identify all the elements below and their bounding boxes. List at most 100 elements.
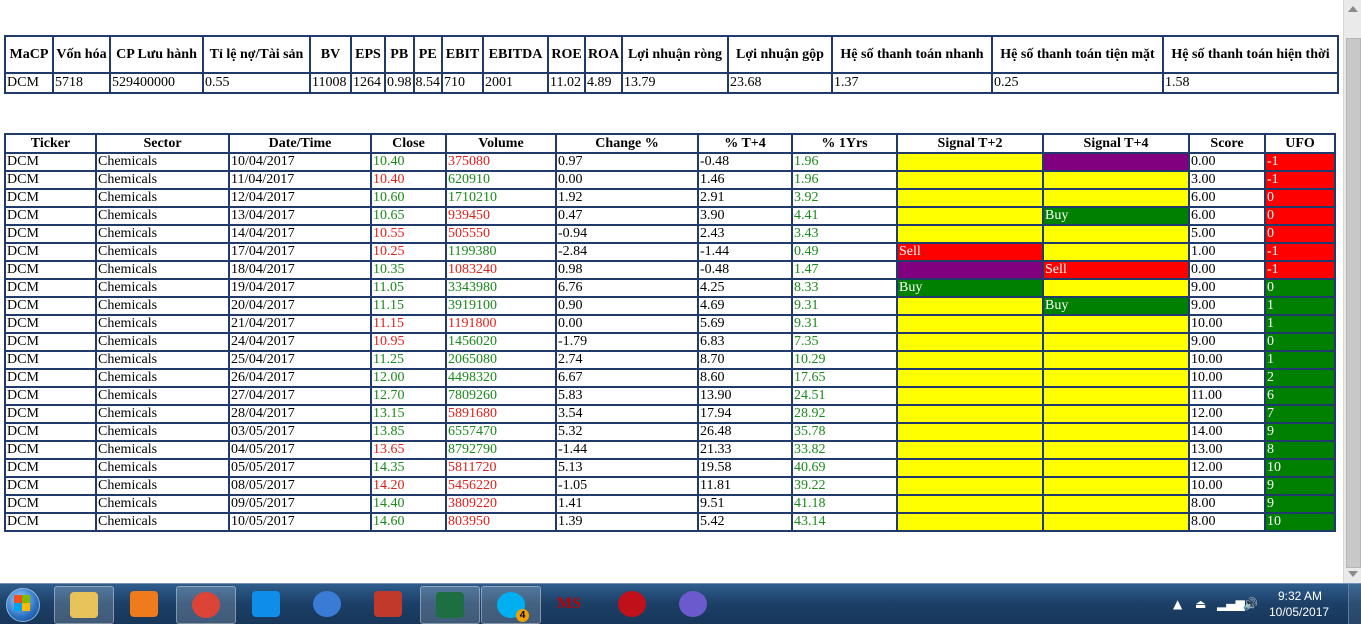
ufo-cell: 10 [1264,458,1336,478]
taskbar-app-button[interactable]: 4 [481,586,541,624]
change-cell: 0.00 [555,170,699,190]
fundamentals-header-cell: Lợi nhuận ròng [621,35,729,74]
volume-cell: 5811720 [445,458,557,478]
sector-cell: Chemicals [95,188,230,208]
history-header-cell: Signal T+2 [896,133,1044,154]
taskbar-app-button[interactable]: MS [542,586,600,622]
history-row: DCM Chemicals 21/04/2017 11.15 1191800 0.00 5.… [4,314,1336,334]
ufo-cell: 0 [1264,206,1336,226]
fundamentals-cell: 13.79 [621,72,729,94]
usb-icon[interactable]: ⏏ [1195,597,1206,611]
date-cell: 13/04/2017 [228,206,372,226]
change-cell: 5.13 [555,458,699,478]
change-cell: 2.74 [555,350,699,370]
sector-cell: Chemicals [95,368,230,388]
taskbar-app-button[interactable] [176,586,236,624]
history-row: DCM Chemicals 09/05/2017 14.40 3809220 1.41 9.… [4,494,1336,514]
t4-change-cell: 9.51 [697,494,793,514]
close-cell: 14.35 [370,458,447,478]
history-header-cell: Sector [95,133,230,154]
score-cell: 10.00 [1188,350,1266,370]
ufo-cell: 9 [1264,422,1336,442]
fundamentals-cell: 23.68 [727,72,833,94]
fundamentals-header-cell: MaCP [4,35,54,74]
ufo-cell: -1 [1264,260,1336,280]
history-header-cell: Ticker [4,133,97,154]
ticker-cell: DCM [4,332,97,352]
system-tray: ▲ ⏏ ▂▄▆ 🔊 9:32 AM 10/05/2017 [1165,584,1361,624]
scroll-down-arrow-icon[interactable] [1348,571,1358,577]
one-year-change-cell: 1.96 [791,170,898,190]
sector-cell: Chemicals [95,350,230,370]
one-year-change-cell: 1.96 [791,152,898,172]
signal-t4-cell [1042,368,1190,388]
signal-t2-cell [896,224,1044,244]
show-hidden-icons-icon[interactable]: ▲ [1173,597,1182,611]
change-cell: 1.92 [555,188,699,208]
signal-t2-cell [896,332,1044,352]
volume-cell: 375080 [445,152,557,172]
history-row: DCM Chemicals 12/04/2017 10.60 1710210 1.92 2.… [4,188,1336,208]
signal-t4-cell [1042,512,1190,532]
history-header-cell: % T+4 [697,133,793,154]
signal-t4-cell [1042,188,1190,208]
change-cell: -0.94 [555,224,699,244]
clock-time[interactable]: 9:32 AM [1278,589,1322,603]
signal-t4-cell [1042,332,1190,352]
clock-date[interactable]: 10/05/2017 [1269,605,1329,619]
date-cell: 27/04/2017 [228,386,372,406]
fundamentals-header-cell: Hệ số thanh toán tiện mặt [991,35,1164,74]
network-signal-icon[interactable]: ▂▄▆ [1217,597,1245,611]
close-cell: 13.65 [370,440,447,460]
history-header-cell: Date/Time [228,133,372,154]
fundamentals-header-cell: EBIT [441,35,484,74]
volume-icon[interactable]: 🔊 [1243,597,1258,611]
volume-cell: 1083240 [445,260,557,280]
history-row: DCM Chemicals 24/04/2017 10.95 1456020 -1.79 6… [4,332,1336,352]
signal-t4-cell [1042,404,1190,424]
ticker-cell: DCM [4,314,97,334]
one-year-change-cell: 9.31 [791,296,898,316]
t4-change-cell: -0.48 [697,152,793,172]
teamviewer-icon [252,591,280,617]
signal-t2-cell: Sell [896,242,1044,262]
close-cell: 10.65 [370,206,447,226]
fundamentals-header-cell: Lợi nhuận gộp [727,35,833,74]
taskbar-app-button[interactable] [664,586,722,622]
taskbar-app-button[interactable] [603,586,661,622]
taskbar-app-button[interactable] [115,586,173,622]
signal-t4-cell [1042,458,1190,478]
ticker-cell: DCM [4,170,97,190]
scrollbar-thumb[interactable] [1346,38,1361,568]
show-desktop-button[interactable] [1348,584,1361,624]
volume-cell: 1710210 [445,188,557,208]
fundamentals-cell: 0.55 [202,72,311,94]
fundamentals-header-cell: EBITDA [482,35,549,74]
signal-t2-cell [896,404,1044,424]
taskbar-app-button[interactable] [54,586,114,624]
fundamentals-cell: 529400000 [109,72,204,94]
change-cell: 6.76 [555,278,699,298]
history-row: DCM Chemicals 18/04/2017 10.35 1083240 0.98 -0… [4,260,1336,280]
signal-t2-cell [896,188,1044,208]
scroll-up-arrow-icon[interactable] [1348,6,1358,12]
date-cell: 18/04/2017 [228,260,372,280]
date-cell: 20/04/2017 [228,296,372,316]
history-row: DCM Chemicals 14/04/2017 10.55 505550 -0.94 2.… [4,224,1336,244]
change-cell: 0.98 [555,260,699,280]
taskbar-app-button[interactable] [237,586,295,622]
vertical-scrollbar[interactable] [1343,0,1361,583]
media-player-icon [130,591,158,617]
change-cell: -1.05 [555,476,699,496]
fundamentals-cell: 0.25 [991,72,1164,94]
close-cell: 10.95 [370,332,447,352]
score-cell: 6.00 [1188,206,1266,226]
ufo-cell: 7 [1264,404,1336,424]
ms-logo-text: MS [557,595,581,612]
taskbar-app-button[interactable] [298,586,356,622]
start-button[interactable] [2,585,42,623]
taskbar-app-button[interactable] [359,586,417,622]
fundamentals-header-cell: Hệ số thanh toán nhanh [831,35,993,74]
taskbar-app-button[interactable] [420,586,480,624]
ufo-cell: 9 [1264,494,1336,514]
